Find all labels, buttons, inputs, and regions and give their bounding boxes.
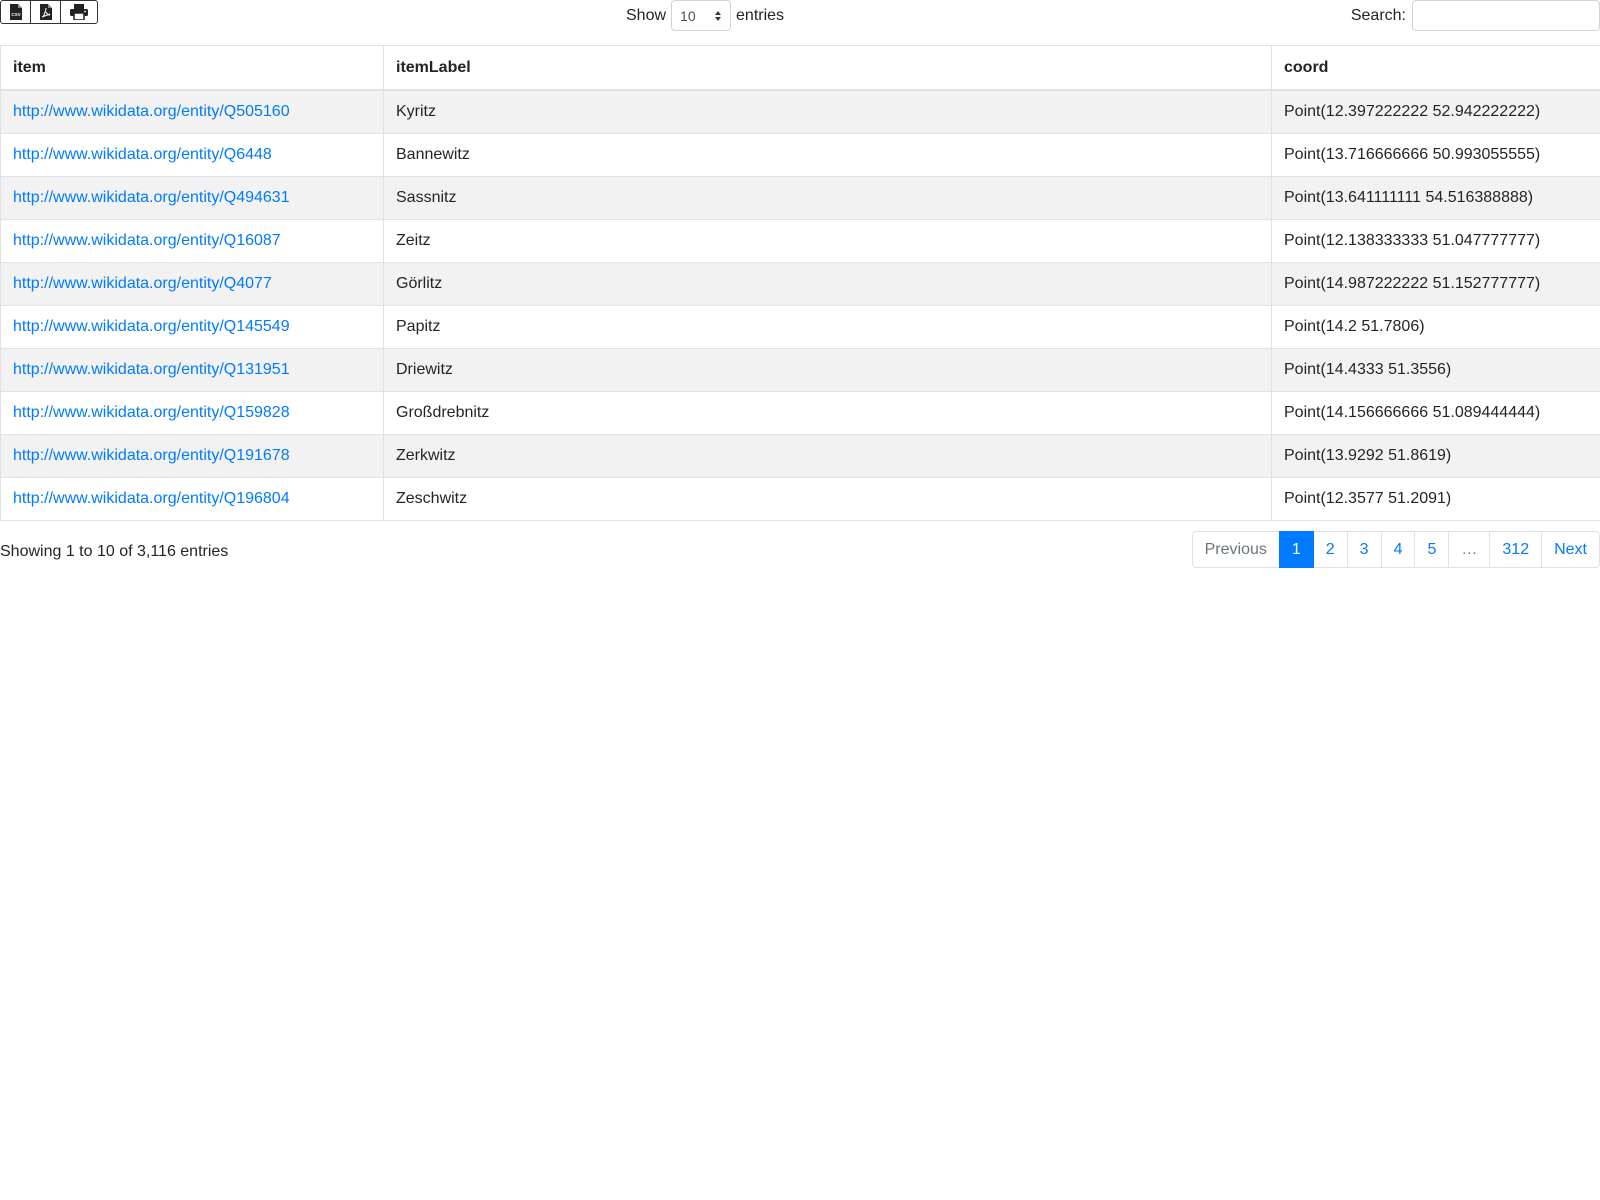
item-cell: http://www.wikidata.org/entity/Q494631 [0, 176, 384, 220]
table-row: http://www.wikidata.org/entity/Q191678 Z… [0, 434, 1600, 478]
table-row: http://www.wikidata.org/entity/Q494631 S… [0, 176, 1600, 220]
table-header-row: item itemLabel coord [0, 45, 1600, 91]
item-link[interactable]: http://www.wikidata.org/entity/Q16087 [13, 232, 281, 249]
itemlabel-cell: Papitz [383, 305, 1272, 349]
item-link[interactable]: http://www.wikidata.org/entity/Q494631 [13, 189, 290, 206]
select-arrows-icon [715, 11, 722, 21]
page: CSV Show 10 entries Search: item itemLab… [0, 0, 1600, 1200]
svg-text:CSV: CSV [11, 12, 20, 17]
coord-cell: Point(12.3577 51.2091) [1271, 477, 1600, 521]
pagination: Previous 1 2 3 4 5 … 312 Next [1191, 531, 1600, 568]
coord-cell: Point(13.641111111 54.516388888) [1271, 176, 1600, 220]
coord-cell: Point(14.156666666 51.089444444) [1271, 391, 1600, 435]
print-button[interactable] [61, 1, 97, 23]
item-link[interactable]: http://www.wikidata.org/entity/Q191678 [13, 447, 290, 464]
entries-length-control: Show 10 entries [626, 0, 784, 31]
table-row: http://www.wikidata.org/entity/Q131951 D… [0, 348, 1600, 392]
coord-cell: Point(13.716666666 50.993055555) [1271, 133, 1600, 177]
itemlabel-cell: Zeschwitz [383, 477, 1272, 521]
table-row: http://www.wikidata.org/entity/Q16087 Ze… [0, 219, 1600, 263]
column-header-coord[interactable]: coord [1271, 45, 1600, 91]
item-cell: http://www.wikidata.org/entity/Q4077 [0, 262, 384, 306]
table-info-text: Showing 1 to 10 of 3,116 entries [0, 543, 229, 560]
itemlabel-cell: Driewitz [383, 348, 1272, 392]
itemlabel-cell: Bannewitz [383, 133, 1272, 177]
page-button-3[interactable]: 3 [1346, 531, 1382, 568]
item-cell: http://www.wikidata.org/entity/Q191678 [0, 434, 384, 478]
previous-page-button[interactable]: Previous [1191, 531, 1280, 568]
search-label: Search: [1350, 6, 1406, 24]
show-label: Show [626, 6, 667, 24]
item-link[interactable]: http://www.wikidata.org/entity/Q505160 [13, 103, 290, 120]
csv-export-button[interactable]: CSV [1, 1, 31, 23]
next-page-button[interactable]: Next [1541, 531, 1600, 568]
coord-cell: Point(12.138333333 51.047777777) [1271, 219, 1600, 263]
item-cell: http://www.wikidata.org/entity/Q6448 [0, 133, 384, 177]
item-cell: http://www.wikidata.org/entity/Q159828 [0, 391, 384, 435]
itemlabel-cell: Zeitz [383, 219, 1272, 263]
itemlabel-cell: Zerkwitz [383, 434, 1272, 478]
export-button-group: CSV [0, 0, 98, 24]
item-link[interactable]: http://www.wikidata.org/entity/Q6448 [13, 146, 272, 163]
item-link[interactable]: http://www.wikidata.org/entity/Q131951 [13, 361, 290, 378]
table-row: http://www.wikidata.org/entity/Q505160 K… [0, 89, 1600, 134]
coord-cell: Point(14.2 51.7806) [1271, 305, 1600, 349]
csv-file-icon: CSV [9, 4, 22, 20]
item-cell: http://www.wikidata.org/entity/Q16087 [0, 219, 384, 263]
page-button-1[interactable]: 1 [1278, 531, 1314, 568]
itemlabel-cell: Großdrebnitz [383, 391, 1272, 435]
item-link[interactable]: http://www.wikidata.org/entity/Q159828 [13, 404, 290, 421]
item-link[interactable]: http://www.wikidata.org/entity/Q145549 [13, 318, 290, 335]
item-link[interactable]: http://www.wikidata.org/entity/Q4077 [13, 275, 272, 292]
coord-cell: Point(14.987222222 51.152777777) [1271, 262, 1600, 306]
page-button-4[interactable]: 4 [1380, 531, 1416, 568]
page-button-5[interactable]: 5 [1414, 531, 1450, 568]
table-row: http://www.wikidata.org/entity/Q145549 P… [0, 305, 1600, 349]
coord-cell: Point(13.9292 51.8619) [1271, 434, 1600, 478]
print-icon [70, 4, 88, 20]
item-cell: http://www.wikidata.org/entity/Q131951 [0, 348, 384, 392]
page-button-2[interactable]: 2 [1312, 531, 1348, 568]
item-link[interactable]: http://www.wikidata.org/entity/Q196804 [13, 490, 290, 507]
item-cell: http://www.wikidata.org/entity/Q196804 [0, 477, 384, 521]
pdf-file-icon [39, 4, 52, 20]
search-input[interactable] [1412, 0, 1600, 31]
entries-label: entries [736, 6, 785, 24]
column-header-item[interactable]: item [0, 45, 384, 91]
itemlabel-cell: Kyritz [383, 89, 1272, 134]
table-row: http://www.wikidata.org/entity/Q4077 Gör… [0, 262, 1600, 306]
entries-per-page-select[interactable]: 10 [671, 0, 732, 31]
itemlabel-cell: Sassnitz [383, 176, 1272, 220]
itemlabel-cell: Görlitz [383, 262, 1272, 306]
table-row: http://www.wikidata.org/entity/Q6448 Ban… [0, 133, 1600, 177]
coord-cell: Point(12.397222222 52.942222222) [1271, 89, 1600, 134]
column-header-itemlabel[interactable]: itemLabel [383, 45, 1272, 91]
item-cell: http://www.wikidata.org/entity/Q505160 [0, 89, 384, 134]
pagination-ellipsis: … [1448, 531, 1491, 568]
page-button-last[interactable]: 312 [1489, 531, 1543, 568]
search-control: Search: [1351, 0, 1600, 31]
entries-per-page-value: 10 [680, 7, 696, 24]
table-row: http://www.wikidata.org/entity/Q159828 G… [0, 391, 1600, 435]
pdf-export-button[interactable] [31, 1, 61, 23]
table-row: http://www.wikidata.org/entity/Q196804 Z… [0, 477, 1600, 521]
results-table: item itemLabel coord http://www.wikidata… [0, 45, 1600, 521]
item-cell: http://www.wikidata.org/entity/Q145549 [0, 305, 384, 349]
coord-cell: Point(14.4333 51.3556) [1271, 348, 1600, 392]
